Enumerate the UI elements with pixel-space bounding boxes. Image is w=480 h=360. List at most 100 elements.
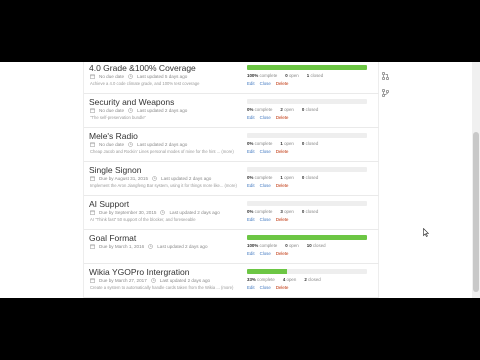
delete-button[interactable]: Delete [276, 149, 289, 154]
edit-button[interactable]: Edit [247, 183, 255, 188]
milestone-title[interactable]: Wikia YGOPro Intergration [89, 267, 189, 277]
milestone-actions: Edit Close Delete [247, 285, 289, 290]
milestone-item: 4.0 Grade &100% Coverage No due date Las… [84, 62, 379, 94]
milestone-item: Mele's Radio No due date Last updated 2 … [84, 129, 379, 162]
progress-bar-fill [247, 269, 287, 274]
milestone-last-updated: Last updated 2 days ago [161, 176, 212, 181]
progress-bar [247, 201, 367, 206]
milestone-due-date: No due date [99, 108, 125, 113]
stat-closed[interactable]: 0 closed [302, 209, 318, 214]
milestone-meta: No due date Last updated 5 days ago [90, 74, 187, 79]
close-button[interactable]: Close [260, 251, 271, 256]
clock-icon [128, 142, 133, 147]
stat-open[interactable]: 2 open [280, 107, 293, 112]
milestone-description: Cheap Jacob and Rockin' Lines personal m… [90, 149, 234, 154]
stat-closed[interactable]: 0 closed [302, 175, 318, 180]
delete-button[interactable]: Delete [276, 285, 289, 290]
milestone-due-date: Due by March 27, 2017 [99, 278, 147, 283]
mouse-cursor-icon [423, 224, 430, 242]
milestone-due-date: Due by August 31, 2015 [99, 176, 149, 181]
edit-button[interactable]: Edit [247, 149, 255, 154]
milestone-last-updated: Last updated 2 days ago [159, 278, 211, 283]
clock-icon [152, 176, 157, 181]
milestone-title[interactable]: Goal Format [89, 233, 136, 243]
milestone-actions: Edit Close Delete [247, 115, 289, 120]
stat-complete: 0% complete [247, 209, 273, 214]
calendar-icon [90, 176, 95, 181]
milestone-description: Create a system to automatically handle … [90, 285, 234, 290]
stat-closed[interactable]: 0 closed [302, 141, 318, 146]
vertical-scrollbar[interactable] [472, 62, 480, 298]
stat-open[interactable]: 0 open [285, 243, 298, 248]
stat-closed[interactable]: 2 closed [304, 277, 320, 282]
milestone-title[interactable]: Security and Weapons [89, 97, 174, 107]
stat-open[interactable]: 0 open [285, 73, 298, 78]
close-button[interactable]: Close [260, 149, 271, 154]
calendar-icon [90, 74, 95, 79]
milestone-due-date: Due by September 30, 2015 [99, 210, 157, 215]
close-button[interactable]: Close [260, 217, 271, 222]
milestone-stats: 0% complete 2 open 0 closed [247, 107, 318, 112]
stat-closed[interactable]: 0 closed [302, 107, 318, 112]
milestone-meta: Due by March 27, 2017 Last updated 2 day… [90, 278, 210, 283]
milestone-stats: 0% complete 3 open 0 closed [247, 209, 318, 214]
milestone-last-updated: Last updated 5 days ago [137, 74, 188, 79]
milestone-item: Security and Weapons No due date Last up… [84, 95, 379, 128]
milestone-item: AI Support Due by September 30, 2015 Las… [84, 197, 379, 230]
milestones-list: 4.0 Grade &100% Coverage No due date Las… [83, 62, 379, 298]
scrollbar-thumb[interactable] [473, 132, 479, 292]
milestone-stats: 0% complete 1 open 0 closed [247, 175, 318, 180]
milestone-title[interactable]: Single Signon [89, 165, 141, 175]
close-button[interactable]: Close [260, 183, 271, 188]
calendar-icon [90, 142, 95, 147]
delete-button[interactable]: Delete [276, 183, 289, 188]
stat-complete: 0% complete [247, 175, 273, 180]
stat-closed[interactable]: 1 closed [307, 73, 323, 78]
edit-button[interactable]: Edit [247, 251, 255, 256]
git-branch-icon[interactable] [381, 88, 390, 99]
clock-icon [160, 210, 166, 215]
milestone-due-date: No due date [99, 74, 125, 79]
edit-button[interactable]: Edit [247, 81, 255, 86]
calendar-icon [90, 244, 95, 249]
milestone-description: AI "Think fast" 50 support of the blocke… [90, 217, 196, 222]
progress-bar [247, 133, 367, 138]
stat-complete: 100% complete [247, 243, 278, 248]
milestone-description: Implement the Aron Jiangfeng Bar system,… [90, 183, 237, 188]
edit-button[interactable]: Edit [247, 285, 255, 290]
progress-bar [247, 167, 367, 172]
milestone-stats: 33% complete 4 open 2 closed [247, 277, 321, 282]
delete-button[interactable]: Delete [276, 115, 289, 120]
milestone-stats: 100% complete 0 open 1 closed [247, 73, 323, 78]
stat-open[interactable]: 1 open [280, 175, 293, 180]
milestone-meta: Due by September 30, 2015 Last updated 2… [90, 210, 220, 215]
clock-icon [148, 244, 153, 249]
progress-bar [247, 269, 367, 274]
delete-button[interactable]: Delete [276, 81, 289, 86]
delete-button[interactable]: Delete [276, 251, 289, 256]
progress-bar-fill [247, 65, 367, 70]
edit-button[interactable]: Edit [247, 217, 255, 222]
milestone-title[interactable]: 4.0 Grade &100% Coverage [89, 63, 196, 73]
milestone-title[interactable]: Mele's Radio [89, 131, 138, 141]
pull-request-icon[interactable] [381, 71, 390, 82]
milestone-due-date: Due by March 1, 2016 [99, 244, 145, 249]
milestone-title[interactable]: AI Support [89, 199, 129, 209]
stat-open[interactable]: 4 open [283, 277, 296, 282]
milestone-last-updated: Last updated 2 days ago [169, 210, 220, 215]
close-button[interactable]: Close [260, 81, 271, 86]
milestone-item: Wikia YGOPro Intergration Due by March 2… [84, 265, 379, 298]
stat-open[interactable]: 1 open [280, 141, 293, 146]
milestone-actions: Edit Close Delete [247, 81, 289, 86]
close-button[interactable]: Close [260, 115, 271, 120]
milestone-due-date: No due date [99, 142, 125, 147]
stat-closed[interactable]: 10 closed [307, 243, 326, 248]
milestone-meta: Due by August 31, 2015 Last updated 2 da… [90, 176, 211, 181]
stat-open[interactable]: 3 open [280, 209, 293, 214]
calendar-icon [90, 108, 95, 113]
stat-complete: 0% complete [247, 141, 273, 146]
edit-button[interactable]: Edit [247, 115, 255, 120]
milestone-last-updated: Last updated 2 days ago [137, 108, 188, 113]
close-button[interactable]: Close [260, 285, 271, 290]
delete-button[interactable]: Delete [276, 217, 289, 222]
